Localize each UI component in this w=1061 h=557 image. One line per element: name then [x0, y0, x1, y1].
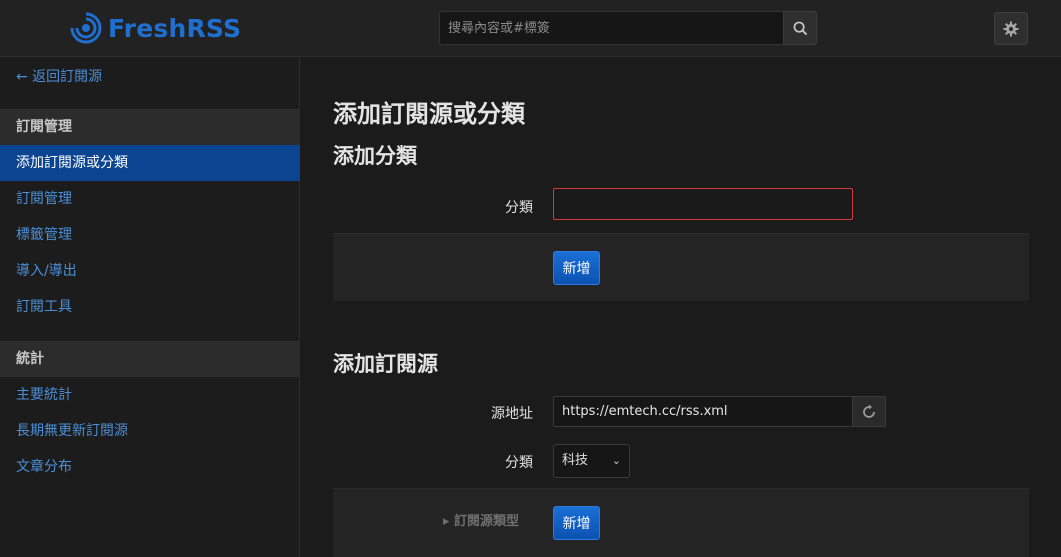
logo[interactable]: FreshRSS	[70, 10, 241, 46]
add-feed-heading: 添加訂閱源	[333, 352, 438, 376]
gear-icon	[1003, 21, 1019, 36]
add-feed-actions: 新增	[333, 488, 1029, 557]
section-heading-subscription: 訂閱管理	[0, 109, 300, 145]
chevron-down-icon: ⌄	[611, 454, 621, 467]
search-bar	[439, 11, 817, 45]
search-input[interactable]	[439, 11, 783, 45]
sidebar-item-main-stats[interactable]: 主要統計	[0, 377, 300, 413]
feed-url-action-button[interactable]	[852, 396, 886, 427]
sidebar-item-subscription-tools[interactable]: 訂閱工具	[0, 289, 300, 325]
refresh-icon	[863, 404, 875, 418]
search-button[interactable]	[783, 11, 817, 45]
feed-url-input[interactable]	[553, 396, 852, 427]
category-name-input[interactable]	[553, 188, 853, 220]
add-category-heading: 添加分類	[333, 144, 417, 168]
feed-url-group	[553, 396, 886, 427]
freshrss-logo-icon	[70, 12, 102, 44]
header: FreshRSS	[0, 0, 1061, 57]
sidebar-item-idle-feeds[interactable]: 長期無更新訂閱源	[0, 413, 300, 449]
logo-text: FreshRSS	[108, 13, 242, 43]
sidebar-item-import-export[interactable]: 導入/導出	[0, 253, 300, 289]
sidebar-item-tag-management[interactable]: 標籤管理	[0, 217, 300, 253]
page-title: 添加訂閱源或分類	[333, 100, 525, 128]
feed-type-toggle[interactable]: ▸ 訂閱源類型	[443, 510, 519, 529]
add-category-actions: 新增	[333, 233, 1029, 301]
sidebar-item-article-distribution[interactable]: 文章分布	[0, 449, 300, 485]
add-category-submit-button[interactable]: 新增	[553, 251, 600, 285]
sidebar-item-add-feed-or-category[interactable]: 添加訂閱源或分類	[0, 145, 300, 181]
back-to-feeds-link[interactable]: ← 返回訂閱源	[16, 66, 102, 86]
category-label: 分類	[505, 200, 533, 216]
feed-category-label: 分類	[505, 455, 533, 471]
feed-category-selected: 科技	[562, 453, 589, 468]
sidebar-item-subscription-management[interactable]: 訂閱管理	[0, 181, 300, 217]
settings-button[interactable]	[994, 12, 1028, 45]
add-feed-submit-button[interactable]: 新增	[553, 506, 600, 540]
search-icon	[793, 21, 807, 35]
main-content: 添加訂閱源或分類 添加分類 分類 新增 添加訂閱源 源地址 分類 科技 ⌄ 新增…	[301, 58, 1061, 557]
section-heading-statistics: 統計	[0, 341, 300, 377]
sidebar: ← 返回訂閱源 訂閱管理 添加訂閱源或分類 訂閱管理 標籤管理 導入/導出 訂閱…	[0, 58, 300, 557]
feed-category-select[interactable]: 科技 ⌄	[553, 444, 630, 478]
feed-url-label: 源地址	[491, 406, 533, 422]
